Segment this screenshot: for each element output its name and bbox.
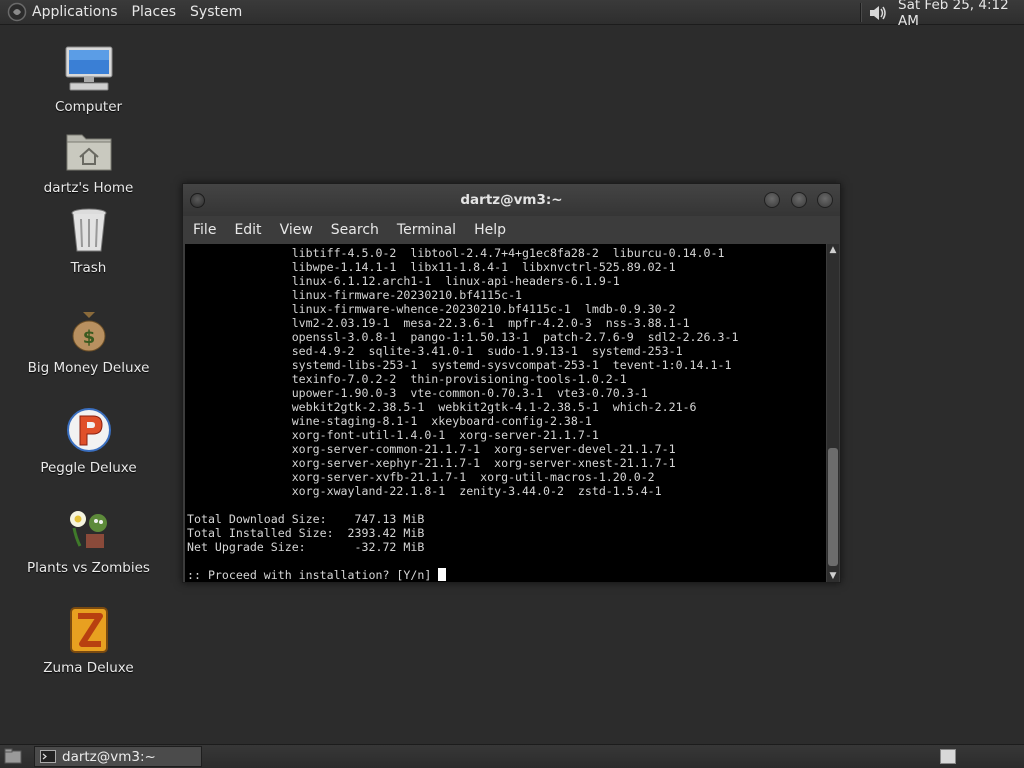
terminal-scrollbar[interactable]: ▲ ▼ [827,244,839,582]
terminal-icon [40,750,56,763]
taskbar-terminal-button[interactable]: dartz@vm3:~ [34,746,202,767]
peggle-icon [66,408,111,452]
terminal-line: Total Installed Size: 2393.42 MiB [187,526,425,540]
desktop-icon-label: Computer [54,99,123,115]
desktop-icon-home[interactable]: dartz's Home [26,126,151,196]
top-panel: Applications Places System Sat Feb 25, 4… [0,0,1024,29]
desktop-icon-big-money-deluxe[interactable]: $ Big Money Deluxe [26,306,151,376]
terminal-line: sed-4.9-2 sqlite-3.41.0-1 sudo-1.9.13-1 … [187,344,683,358]
scrollbar-thumb[interactable] [828,448,838,566]
gnome-foot-icon[interactable] [7,2,27,22]
panel-separator [860,3,862,22]
terminal-menubar: File Edit View Search Terminal Help [183,216,840,244]
desktop-icon-computer[interactable]: Computer [26,45,151,115]
applications-menu[interactable]: Applications [32,4,118,20]
menu-edit[interactable]: Edit [234,222,261,238]
maximize-button[interactable] [791,192,807,208]
trash-icon [71,208,106,252]
prompt-line[interactable]: :: Proceed with installation? [Y/n] [187,568,826,582]
terminal-line: openssl-3.0.8-1 pango-1:1.50.13-1 patch-… [187,330,739,344]
menu-view[interactable]: View [280,222,313,238]
clock[interactable]: Sat Feb 25, 4:12 AM [898,0,1024,29]
terminal-line: libtiff-4.5.0-2 libtool-2.4.7+4+g1ec8fa2… [187,246,725,260]
terminal-line: Net Upgrade Size: -32.72 MiB [187,540,425,554]
terminal-line: xorg-server-xvfb-21.1.7-1 xorg-util-macr… [187,470,655,484]
desktop-icon-trash[interactable]: Trash [26,206,151,276]
terminal-line: lvm2-2.03.19-1 mesa-22.3.6-1 mpfr-4.2.0-… [187,316,690,330]
terminal-line: xorg-server-xephyr-21.1.7-1 xorg-server-… [187,456,676,470]
window-titlebar[interactable]: dartz@vm3:~ [183,184,840,216]
terminal-window[interactable]: dartz@vm3:~ File Edit View Search Termin… [182,183,841,583]
computer-icon [65,46,112,91]
desktop-icon-label: Trash [70,260,107,276]
scroll-down-icon[interactable]: ▼ [827,570,839,582]
desktop-icon-zuma-deluxe[interactable]: Zuma Deluxe [26,606,151,676]
desktop-icon-plants-vs-zombies[interactable]: Plants vs Zombies [26,506,151,576]
desktop-icon-peggle-deluxe[interactable]: Peggle Deluxe [26,406,151,476]
menu-search[interactable]: Search [331,222,379,238]
places-menu[interactable]: Places [132,4,177,20]
terminal-line: libwpe-1.14.1-1 libx11-1.8.4-1 libxnvctr… [187,260,676,274]
terminal-output[interactable]: libtiff-4.5.0-2 libtool-2.4.7+4+g1ec8fa2… [185,244,826,582]
terminal-line: xorg-server-common-21.1.7-1 xorg-server-… [187,442,676,456]
system-menu[interactable]: System [190,4,242,20]
scroll-up-icon[interactable]: ▲ [827,244,839,256]
workspace-switcher[interactable] [940,749,956,764]
home-folder-icon [66,134,111,171]
terminal-line: xorg-xwayland-22.1.8-1 zenity-3.44.0-2 z… [187,484,662,498]
desktop-icon-label: Zuma Deluxe [43,660,134,676]
close-button[interactable] [817,192,833,208]
desktop-icon-label: Big Money Deluxe [27,360,150,376]
terminal-line: Total Download Size: 747.13 MiB [187,512,425,526]
terminal-line: texinfo-7.0.2-2 thin-provisioning-tools-… [187,372,627,386]
desktop-icon-label: Plants vs Zombies [27,560,150,576]
minimize-button[interactable] [764,192,780,208]
desktop-icon-label: Peggle Deluxe [40,460,137,476]
svg-text:$: $ [82,327,95,348]
money-bag-icon: $ [72,312,105,352]
menu-help[interactable]: Help [474,222,506,238]
terminal-line: webkit2gtk-2.38.5-1 webkit2gtk-4.1-2.38.… [187,400,697,414]
taskbar-terminal-label: dartz@vm3:~ [62,748,156,765]
volume-icon[interactable] [868,4,888,22]
terminal-line: systemd-libs-253-1 systemd-sysvcompat-25… [187,358,732,372]
prompt-text: :: Proceed with installation? [Y/n] [187,568,439,582]
terminal-line: linux-firmware-whence-20230210.bf4115c-1… [187,302,676,316]
plants-vs-zombies-icon [69,511,107,548]
terminal-line: upower-1.90.0-3 vte-common-0.70.3-1 vte3… [187,386,648,400]
menu-terminal[interactable]: Terminal [397,222,456,238]
terminal-line: linux-firmware-20230210.bf4115c-1 [187,288,523,302]
desktop-icon-label: dartz's Home [43,180,134,196]
terminal-line: xorg-font-util-1.4.0-1 xorg-server-21.1.… [187,428,599,442]
window-title: dartz@vm3:~ [460,192,563,208]
text-cursor [438,568,447,581]
bottom-panel: dartz@vm3:~ [0,744,1024,768]
zuma-icon [69,607,108,653]
terminal-line: wine-staging-8.1-1 xkeyboard-config-2.38… [187,414,592,428]
show-desktop-icon[interactable] [4,748,22,765]
menu-file[interactable]: File [193,222,216,238]
terminal-line: linux-6.1.12.arch1-1 linux-api-headers-6… [187,274,620,288]
